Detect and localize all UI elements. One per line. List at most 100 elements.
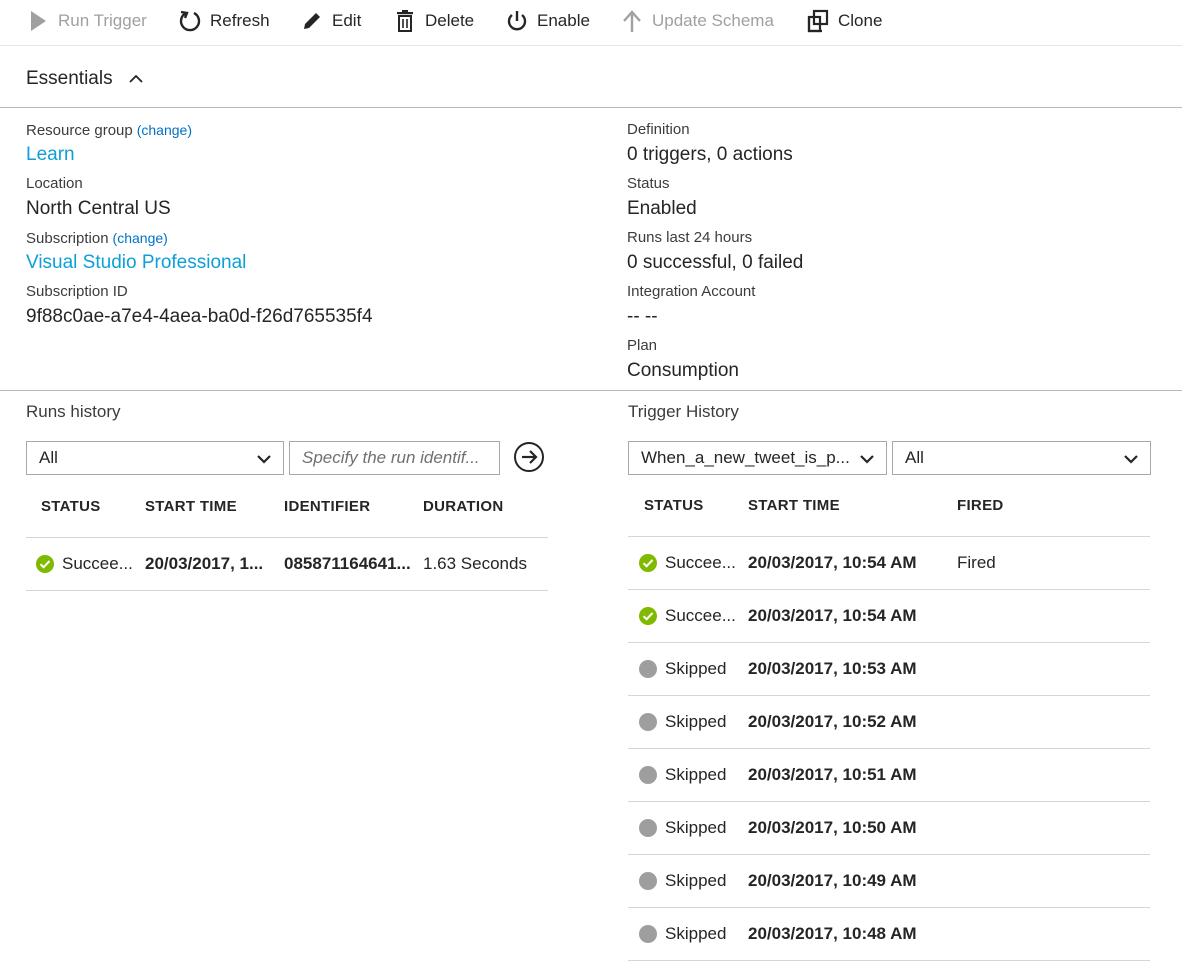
clone-button[interactable]: Clone <box>806 6 882 36</box>
resource-group-link[interactable]: Learn <box>26 142 192 168</box>
runs-row-status: Succee... <box>36 554 133 574</box>
essentials-title: Essentials <box>26 68 113 89</box>
runs-row-duration: 1.63 Seconds <box>423 554 527 573</box>
runs-header-divider <box>26 537 548 538</box>
status-field: Status Enabled <box>627 174 697 222</box>
runs-filter-select[interactable]: All <box>26 441 284 475</box>
edit-label: Edit <box>332 11 362 30</box>
runs-row-start-time: 20/03/2017, 1... <box>145 554 264 573</box>
trigger-col-start-time: START TIME <box>748 497 840 514</box>
go-arrow-button[interactable] <box>513 441 545 473</box>
play-icon <box>26 9 50 33</box>
trigger-header-divider <box>628 536 1150 537</box>
trigger-row-status-text: Succee... <box>665 553 736 572</box>
run-trigger-button[interactable]: Run Trigger <box>26 6 147 36</box>
integration-account-field: Integration Account -- -- <box>627 282 755 330</box>
integration-account-value: -- -- <box>627 306 658 327</box>
plan-label: Plan <box>627 337 658 354</box>
arrow-up-icon <box>620 9 644 33</box>
trigger-row-status: Skipped <box>639 871 726 891</box>
definition-field: Definition 0 triggers, 0 actions <box>627 120 793 168</box>
trigger-row-divider <box>628 589 1150 590</box>
run-identifier-input[interactable] <box>289 441 500 475</box>
trigger-row-start-time: 20/03/2017, 10:51 AM <box>748 765 917 784</box>
refresh-icon <box>178 9 202 33</box>
trigger-history-title: Trigger History <box>628 402 739 421</box>
runs-row-divider <box>26 590 548 591</box>
trigger-select[interactable]: When_a_new_tweet_is_p... <box>628 441 887 475</box>
trigger-row-status: Skipped <box>639 818 726 838</box>
section-divider <box>0 390 1182 391</box>
power-icon <box>505 9 529 33</box>
clone-icon <box>806 9 830 33</box>
enable-button[interactable]: Enable <box>505 6 590 36</box>
trigger-row-status: Succee... <box>639 553 736 573</box>
status-label: Status <box>627 175 670 192</box>
trigger-select-value: When_a_new_tweet_is_p... <box>641 448 850 467</box>
skipped-dot-icon <box>639 925 657 943</box>
trigger-row-start-time: 20/03/2017, 10:53 AM <box>748 659 917 678</box>
trigger-filter-select[interactable]: All <box>892 441 1151 475</box>
runs-col-status: STATUS <box>41 498 101 515</box>
trigger-row-divider <box>628 748 1150 749</box>
integration-account-label: Integration Account <box>627 283 756 300</box>
subscription-change-link[interactable]: (change) <box>113 230 168 246</box>
trigger-row-start-time: 20/03/2017, 10:48 AM <box>748 924 917 943</box>
chevron-up-icon <box>127 70 145 88</box>
resource-group-label: Resource group <box>26 122 133 139</box>
trigger-row-status: Succee... <box>639 606 736 626</box>
status-value: Enabled <box>627 198 697 219</box>
plan-field: Plan Consumption <box>627 336 739 384</box>
update-schema-label: Update Schema <box>652 11 774 30</box>
chevron-down-icon <box>858 450 876 468</box>
trigger-row-status-text: Skipped <box>665 871 727 890</box>
trigger-row-divider <box>628 960 1150 961</box>
success-check-icon <box>36 555 54 573</box>
runs-field: Runs last 24 hours 0 successful, 0 faile… <box>627 228 803 276</box>
trigger-row-status-text: Succee... <box>665 606 736 625</box>
chevron-down-icon <box>1122 450 1140 468</box>
skipped-dot-icon <box>639 819 657 837</box>
resource-group-change-link[interactable]: (change) <box>137 122 192 138</box>
definition-label: Definition <box>627 121 690 138</box>
edit-button[interactable]: Edit <box>300 6 361 36</box>
subscription-link[interactable]: Visual Studio Professional <box>26 250 246 276</box>
trigger-row-status-text: Skipped <box>665 712 727 731</box>
runs-label: Runs last 24 hours <box>627 229 753 246</box>
refresh-button[interactable]: Refresh <box>178 6 270 36</box>
essentials-toggle[interactable]: Essentials <box>26 68 145 90</box>
trigger-row-status-text: Skipped <box>665 659 727 678</box>
skipped-dot-icon <box>639 766 657 784</box>
runs-col-duration: DURATION <box>423 498 504 515</box>
clone-label: Clone <box>838 11 883 30</box>
delete-label: Delete <box>425 11 475 30</box>
runs-col-start-time: START TIME <box>145 498 237 515</box>
resource-group-label-row: Resource group (change) <box>26 120 192 140</box>
trigger-row-start-time: 20/03/2017, 10:54 AM <box>748 606 917 625</box>
runs-history-title: Runs history <box>26 402 121 421</box>
skipped-dot-icon <box>639 713 657 731</box>
trigger-row-start-time: 20/03/2017, 10:54 AM <box>748 553 917 572</box>
resource-group-field: Resource group (change) Learn <box>26 120 192 168</box>
update-schema-button[interactable]: Update Schema <box>620 6 774 36</box>
run-trigger-label: Run Trigger <box>58 11 147 30</box>
runs-col-identifier: IDENTIFIER <box>284 498 371 515</box>
plan-value: Consumption <box>627 360 739 381</box>
runs-filter-value: All <box>39 448 58 467</box>
runs-row-identifier: 085871164641... <box>284 554 411 573</box>
enable-label: Enable <box>537 11 590 30</box>
subscription-id-value: 9f88c0ae-a7e4-4aea-ba0d-f26d765535f4 <box>26 306 373 327</box>
trigger-col-status: STATUS <box>644 497 704 514</box>
trigger-row-divider <box>628 907 1150 908</box>
essentials-divider <box>0 107 1182 108</box>
delete-button[interactable]: Delete <box>393 6 474 36</box>
subscription-label-row: Subscription (change) <box>26 228 246 248</box>
location-label: Location <box>26 175 83 192</box>
definition-value: 0 triggers, 0 actions <box>627 144 793 165</box>
trigger-filter-value: All <box>905 448 924 467</box>
subscription-field: Subscription (change) Visual Studio Profe… <box>26 228 246 276</box>
trigger-row-divider <box>628 801 1150 802</box>
success-check-icon <box>639 554 657 572</box>
location-value: North Central US <box>26 198 171 219</box>
trigger-row-start-time: 20/03/2017, 10:52 AM <box>748 712 917 731</box>
